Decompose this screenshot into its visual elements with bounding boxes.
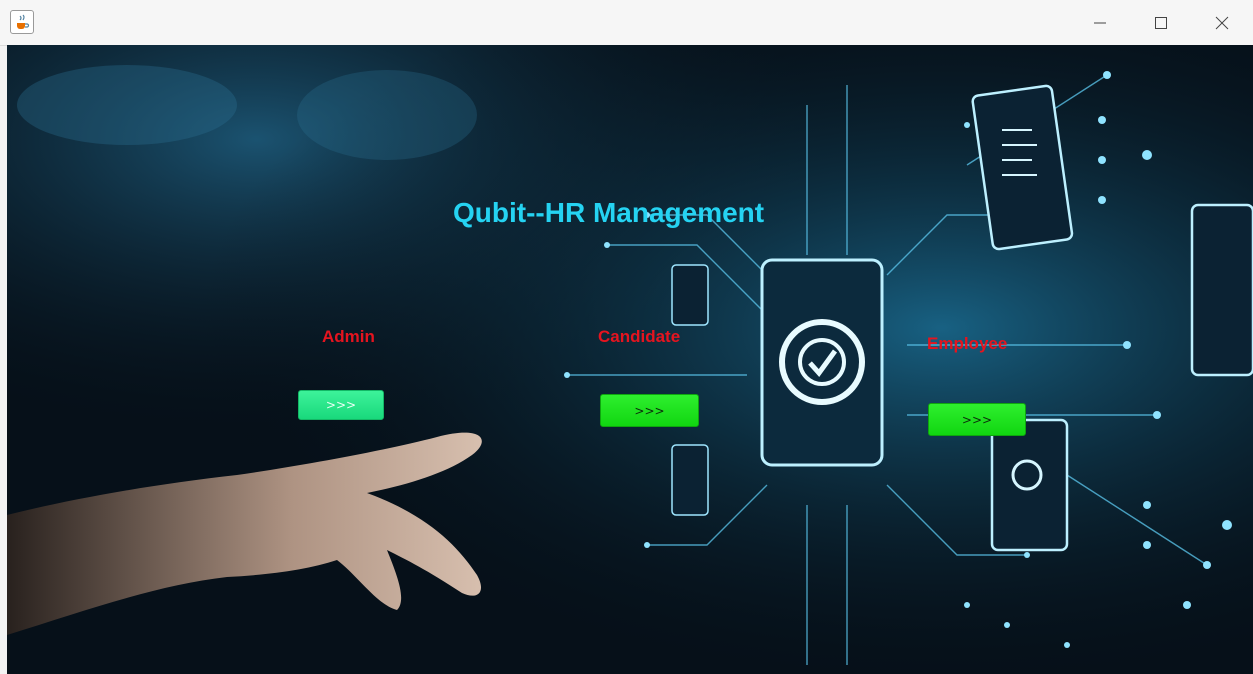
- maximize-button[interactable]: [1138, 0, 1184, 45]
- java-cup-icon: [10, 10, 34, 34]
- content-panel: Qubit--HR Management Admin >>> Candidate…: [7, 45, 1253, 674]
- admin-go-button[interactable]: >>>: [298, 390, 384, 420]
- close-icon: [1215, 16, 1229, 29]
- close-button[interactable]: [1199, 0, 1245, 45]
- employee-label: Employee: [927, 334, 1008, 353]
- minimize-icon: [1094, 22, 1106, 23]
- candidate-go-button[interactable]: >>>: [600, 394, 699, 427]
- employee-go-button[interactable]: >>>: [928, 403, 1026, 436]
- maximize-icon: [1155, 16, 1167, 29]
- candidate-label: Candidate: [598, 327, 681, 346]
- title-bar: [0, 0, 1253, 46]
- background-image: [7, 45, 1253, 674]
- admin-label: Admin: [322, 327, 375, 346]
- app-window: Qubit--HR Management Admin >>> Candidate…: [0, 0, 1253, 674]
- app-title: Qubit--HR Management: [453, 197, 765, 228]
- minimize-button[interactable]: [1077, 0, 1123, 45]
